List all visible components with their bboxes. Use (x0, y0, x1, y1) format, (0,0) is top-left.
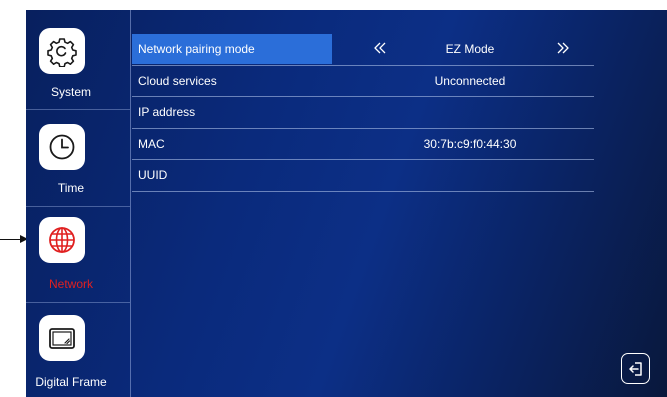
sidebar-item-label: System (50, 85, 91, 99)
sidebar-item-label: Digital Frame (35, 375, 107, 389)
settings-row-mac[interactable]: MAC 30:7b:c9:f0:44:30 (132, 129, 594, 160)
settings-row-cloud-services[interactable]: Cloud services Unconnected (132, 66, 594, 97)
system-tile (39, 28, 85, 74)
settings-screen: System Time Network Digital Frame Networ… (26, 10, 667, 397)
double-right-arrow-icon[interactable] (554, 40, 572, 56)
sidebar-item-network[interactable]: Network (26, 207, 130, 303)
exit-icon (628, 361, 642, 376)
pairing-mode-value: EZ Mode (445, 42, 495, 56)
row-label: Cloud services (138, 73, 217, 88)
mac-address-value: 30:7b:c9:f0:44:30 (423, 136, 517, 151)
settings-row-network-pairing-mode[interactable]: Network pairing mode EZ Mode (132, 34, 594, 66)
row-label: MAC (138, 136, 165, 151)
sidebar-item-digital-frame[interactable]: Digital Frame (26, 303, 130, 397)
cloud-services-value: Unconnected (434, 73, 506, 88)
callout-pointer-line (0, 239, 22, 240)
row-label: IP address (138, 105, 196, 119)
row-label: UUID (138, 168, 168, 182)
exit-button[interactable] (621, 353, 650, 384)
digital-frame-tile (39, 315, 85, 361)
gear-icon (47, 38, 77, 67)
sidebar-item-label: Time (57, 181, 85, 195)
clock-icon (49, 134, 75, 160)
sidebar-item-system[interactable]: System (26, 10, 130, 106)
network-tile (39, 217, 85, 263)
time-tile (39, 124, 85, 170)
settings-row-uuid[interactable]: UUID (132, 160, 594, 192)
network-settings-list: Network pairing mode EZ Mode Cloud servi… (132, 34, 594, 192)
picture-frame-icon (49, 328, 75, 349)
settings-row-ip-address[interactable]: IP address (132, 97, 594, 129)
sidebar: System Time Network Digital Frame (26, 10, 131, 397)
sidebar-item-label: Network (48, 277, 93, 291)
row-label: Network pairing mode (138, 42, 255, 56)
sidebar-item-time[interactable]: Time (26, 110, 130, 206)
globe-icon (49, 227, 75, 253)
